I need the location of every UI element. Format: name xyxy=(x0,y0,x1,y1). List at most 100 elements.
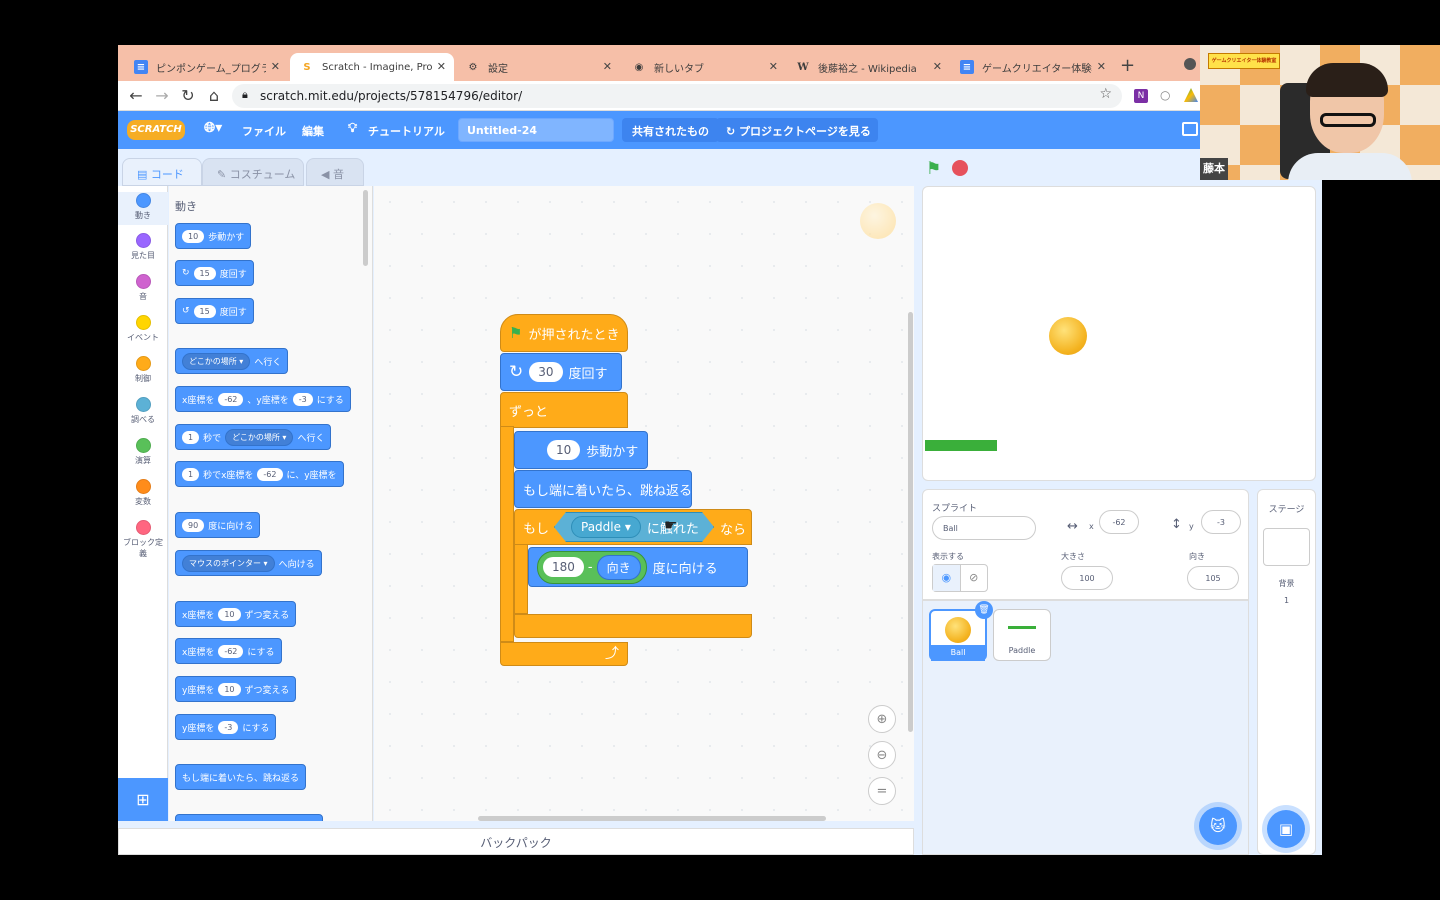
menu-file[interactable]: ファイル xyxy=(242,123,286,139)
new-tab-icon[interactable]: + xyxy=(1120,55,1135,76)
palette-next-block[interactable] xyxy=(175,814,323,821)
palette-changey-block[interactable]: y座標を 10 ずつ変える xyxy=(175,676,297,702)
shared-button[interactable]: 共有されたもの xyxy=(622,118,719,142)
palette-scrollbar[interactable] xyxy=(363,190,368,266)
address-bar[interactable]: 🔒︎ scratch.mit.edu/projects/578154796/ed… xyxy=(232,84,1122,108)
stage-thumbnail[interactable] xyxy=(1263,528,1310,566)
category-menu: 動き 見た目 音 イベント 制御 調べる 演算 変数 ブロック定義 xyxy=(118,186,168,821)
palette-glidexy-block[interactable]: 1 秒でx座標を -62 に、y座標を xyxy=(175,461,344,487)
workspace-h-scrollbar[interactable] xyxy=(478,816,826,821)
zoom-reset-button[interactable]: = xyxy=(868,777,896,805)
zoom-in-button[interactable]: ⊕ xyxy=(868,705,896,733)
show-eye-icon[interactable]: ◉ xyxy=(933,565,961,591)
motion-dot-icon xyxy=(135,193,151,208)
palette-goto-block[interactable]: どこかの場所 ▾ へ行く xyxy=(175,348,289,374)
forward-icon[interactable]: → xyxy=(152,86,172,105)
onenote-icon[interactable]: N xyxy=(1134,89,1148,103)
category-operators[interactable]: 演算 xyxy=(118,438,168,466)
point-direction-block[interactable]: 180 - 向き 度に向ける xyxy=(528,547,748,587)
sprite-tile-ball[interactable]: Ball 🗑︎ xyxy=(929,601,993,661)
palette-setx-block[interactable]: x座標を -62 にする xyxy=(175,638,282,664)
tab-scratch[interactable]: S Scratch - Imagine, Progra ✕ xyxy=(290,53,454,81)
bounce-block[interactable]: もし端に着いたら、跳ね返る xyxy=(514,470,692,508)
move-block[interactable]: 10 歩動かす xyxy=(514,431,648,469)
subtract-operator[interactable]: 180 - 向き xyxy=(537,550,647,584)
palette-point-block[interactable]: 90 度に向ける xyxy=(175,512,261,538)
close-icon[interactable]: ✕ xyxy=(271,60,280,73)
category-control[interactable]: 制御 xyxy=(118,356,168,384)
close-icon[interactable]: ✕ xyxy=(769,60,778,73)
category-sensing[interactable]: 調べる xyxy=(118,397,168,425)
close-icon[interactable]: ✕ xyxy=(603,60,612,73)
project-page-button[interactable]: ↻ プロジェクトページを見る xyxy=(716,118,878,142)
when-flag-clicked-block[interactable]: ⚑ が押されたとき xyxy=(500,314,628,352)
tab-costume[interactable]: ✎ コスチューム xyxy=(202,158,304,186)
sprite-name-input[interactable]: Ball xyxy=(932,516,1036,540)
tab-search-icon[interactable] xyxy=(1184,58,1196,70)
palette-move-block[interactable]: 10 歩動かす xyxy=(175,223,252,249)
tab-sound[interactable]: ◀︎ 音 xyxy=(306,158,364,186)
touching-block[interactable]: Paddle ▾ に触れた xyxy=(554,512,714,542)
turn-block[interactable]: ↻ 30 度回す xyxy=(500,353,622,391)
category-motion[interactable]: 動き xyxy=(118,192,168,225)
palette-turn-right-block[interactable]: ↻ 15 度回す xyxy=(175,260,254,286)
back-icon[interactable]: ← xyxy=(126,86,146,105)
tab-wikipedia[interactable]: W 後藤裕之 - Wikipedia ✕ xyxy=(786,53,950,81)
category-my-blocks[interactable]: ブロック定義 xyxy=(118,520,168,559)
zoom-out-button[interactable]: ⊖ xyxy=(868,741,896,769)
sound-dot-icon xyxy=(135,274,151,289)
docs-icon: ≡ xyxy=(134,60,148,74)
palette-sety-block[interactable]: y座標を -3 にする xyxy=(175,714,277,740)
home-icon[interactable]: ⌂ xyxy=(204,86,224,105)
globe-icon[interactable]: 🌐︎▾ xyxy=(204,120,222,136)
code-workspace[interactable]: ⚑ が押されたとき ↻ 30 度回す ずっと ⤴ 10 歩動かす もし端に着いた… xyxy=(374,186,914,821)
category-looks[interactable]: 見た目 xyxy=(118,233,168,261)
menu-edit[interactable]: 編集 xyxy=(302,123,324,139)
tab-settings[interactable]: ⚙ 設定 ✕ xyxy=(456,53,620,81)
sprite-tile-paddle[interactable]: Paddle xyxy=(993,609,1051,661)
x-input[interactable]: -62 xyxy=(1099,510,1139,534)
add-sprite-button[interactable]: 🐱︎ xyxy=(1199,807,1237,845)
events-dot-icon xyxy=(135,315,151,330)
palette-glide-block[interactable]: 1 秒で どこかの場所 ▾ へ行く xyxy=(175,424,332,450)
y-input[interactable]: -3 xyxy=(1201,510,1241,534)
workspace-v-scrollbar[interactable] xyxy=(908,312,913,732)
green-flag-button[interactable]: ⚑ xyxy=(926,159,941,179)
delete-icon[interactable]: 🗑︎ xyxy=(975,601,993,619)
project-title-input[interactable]: Untitled-24 xyxy=(458,118,614,142)
drive-icon[interactable] xyxy=(1184,88,1198,102)
zoom-in-icon: ⊕ xyxy=(876,711,888,727)
backpack[interactable]: バックパック xyxy=(118,828,914,855)
forever-block[interactable]: ずっと xyxy=(500,392,628,428)
stage-canvas[interactable] xyxy=(922,186,1316,481)
tab-code[interactable]: ▤ コード xyxy=(122,158,202,186)
reload-icon[interactable]: ↻ xyxy=(178,86,198,105)
category-variables[interactable]: 変数 xyxy=(118,479,168,507)
tab-new[interactable]: ◉ 新しいタブ ✕ xyxy=(622,53,786,81)
stop-button[interactable] xyxy=(952,160,968,176)
scratch-logo[interactable]: SCRATCH xyxy=(127,120,185,140)
tab-game-creator[interactable]: ≡ ゲームクリエイター体験教室 ✕ xyxy=(950,53,1114,81)
tab-program-memo[interactable]: ≡ ピンポンゲーム_プログラムメモ ✕ xyxy=(124,53,288,81)
add-backdrop-button[interactable]: ▣ xyxy=(1267,810,1305,848)
category-sound[interactable]: 音 xyxy=(118,274,168,302)
palette-goxy-block[interactable]: x座標を -62 、y座標を -3 にする xyxy=(175,386,351,412)
hide-eye-icon[interactable]: ⊘ xyxy=(961,565,988,591)
ball-sprite[interactable] xyxy=(1049,317,1087,355)
category-events[interactable]: イベント xyxy=(118,315,168,343)
paddle-sprite[interactable] xyxy=(925,440,997,451)
close-icon[interactable]: ✕ xyxy=(1097,60,1106,73)
size-input[interactable]: 100 xyxy=(1061,566,1113,590)
close-icon[interactable]: ✕ xyxy=(933,60,942,73)
palette-bounce-block[interactable]: もし端に着いたら、跳ね返る xyxy=(175,764,307,790)
direction-input[interactable]: 105 xyxy=(1187,566,1239,590)
menu-tutorial[interactable]: チュートリアル xyxy=(368,123,445,139)
add-extension-button[interactable]: ⊞ xyxy=(118,778,168,821)
palette-turn-left-block[interactable]: ↺ 15 度回す xyxy=(175,298,254,324)
extension-icon[interactable]: ○ xyxy=(1160,88,1170,102)
palette-point-towards-block[interactable]: マウスのポインター ▾ へ向ける xyxy=(175,550,322,576)
bookmark-star-icon[interactable]: ☆ xyxy=(1099,86,1112,102)
my-stuff-icon[interactable] xyxy=(1182,122,1198,136)
palette-changex-block[interactable]: x座標を 10 ずつ変える xyxy=(175,601,297,627)
close-icon[interactable]: ✕ xyxy=(437,60,446,73)
